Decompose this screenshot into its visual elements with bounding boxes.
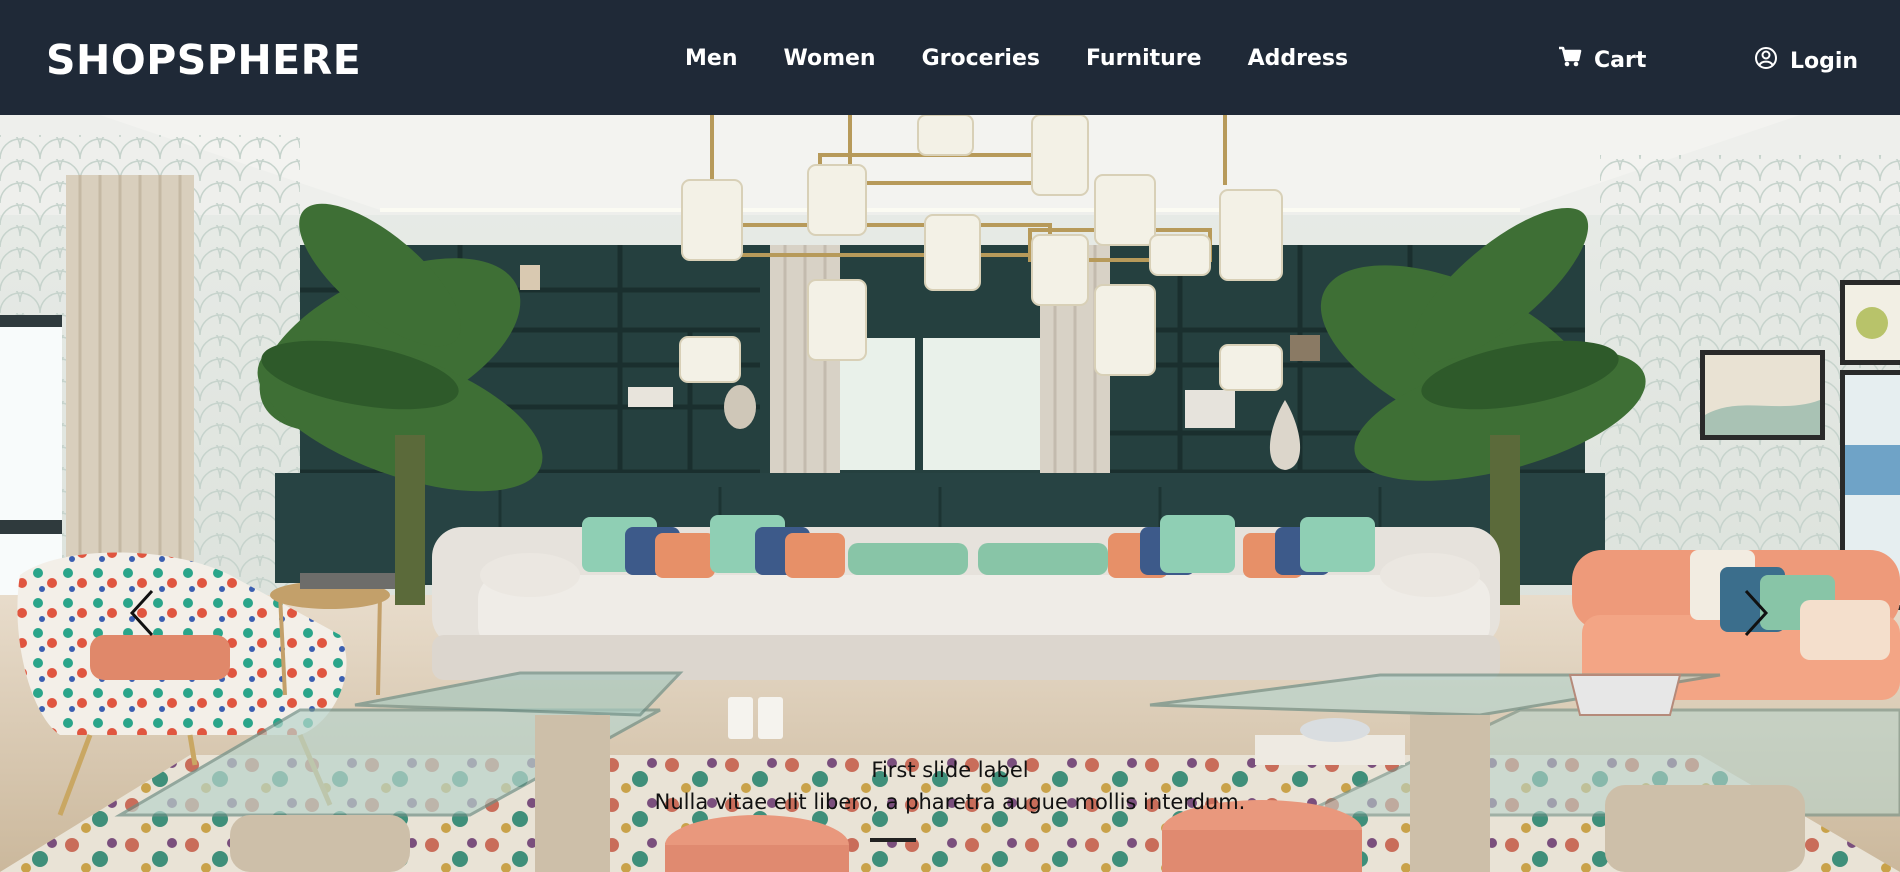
brand-logo[interactable]: SHOPSPHERE [46,36,361,84]
cart-icon [1558,46,1582,74]
user-circle-icon [1754,46,1778,76]
cart-label: Cart [1594,47,1647,73]
nav-link-men[interactable]: Men [685,46,737,71]
login-label: Login [1790,48,1859,74]
navbar: SHOPSPHERE Men Women Groceries Furniture… [0,0,1900,115]
login-link[interactable]: Login [1754,46,1858,76]
chevron-left-icon [129,589,154,637]
nav-link-address[interactable]: Address [1248,46,1348,71]
carousel-next-button[interactable] [1734,583,1774,643]
chevron-right-icon [1744,589,1769,637]
carousel-prev-button[interactable] [124,583,164,643]
cart-link[interactable]: Cart [1558,46,1646,74]
carousel-indicator-active[interactable] [870,838,916,842]
nav-link-furniture[interactable]: Furniture [1086,46,1202,71]
carousel-caption-text: Nulla vitae elit libero, a pharetra augu… [654,790,1246,814]
nav-link-women[interactable]: Women [783,46,875,71]
carousel-caption-title: First slide label [871,758,1029,782]
nav-links: Men Women Groceries Furniture Address [685,46,1394,71]
nav-link-groceries[interactable]: Groceries [922,46,1040,71]
